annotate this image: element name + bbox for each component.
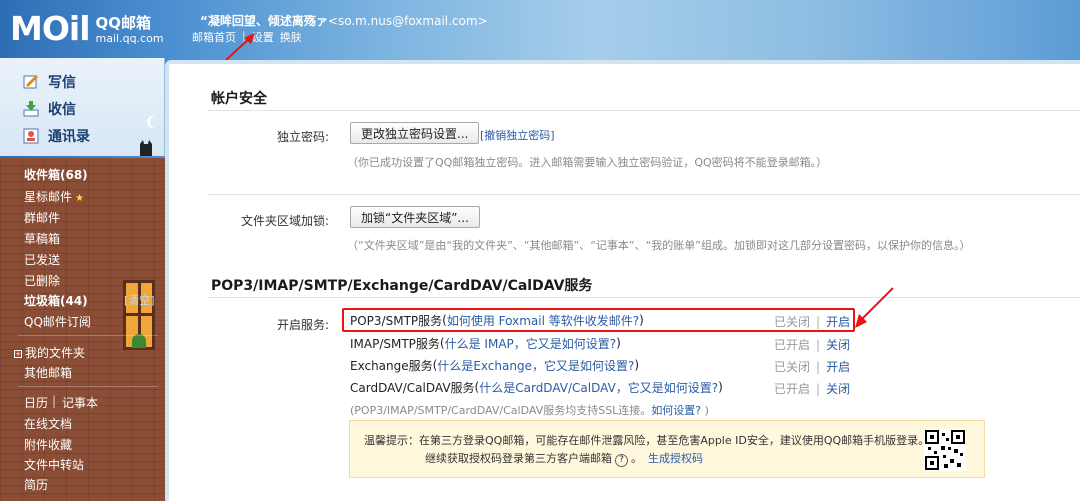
contacts-icon (23, 128, 39, 144)
folder-resume[interactable]: 简历 (24, 476, 48, 493)
nav-compose[interactable]: 写信 (22, 72, 76, 92)
folder-starred-label: 星标邮件 (24, 190, 73, 204)
service-caldav-status: 已开启 | 关闭 (774, 380, 850, 397)
folder-transfer[interactable]: 文件中转站 (24, 456, 84, 473)
folder-subscribe[interactable]: QQ邮件订阅 (24, 313, 91, 330)
folder-my-folders-label: 我的文件夹 (25, 346, 86, 360)
qq-mail-logo[interactable]: MOil QQ邮箱 mail.qq.com (10, 10, 164, 46)
service-name: IMAP/SMTP服务 (350, 336, 440, 351)
section-divider (207, 194, 1080, 195)
logo-mail-text: MOil (10, 9, 91, 48)
logo-cn-text: QQ邮箱 (95, 14, 152, 32)
pwd-hint: （你已成功设置了QQ邮箱独立密码。进入邮箱需要输入独立密码验证，QQ密码将不能登… (347, 156, 828, 169)
service-help-link[interactable]: 什么是Exchange，它又是如何设置? (437, 357, 634, 374)
tip-line-2-text: 继续获取授权码登录第三方客户端邮箱 (425, 452, 612, 465)
service-caldav-toggle[interactable]: 关闭 (826, 382, 850, 396)
user-name: “凝眸回望、倾述离殇ァ (200, 14, 328, 28)
nav-compose-label: 写信 (48, 75, 76, 91)
nav-inbox-label: 收信 (48, 102, 76, 118)
settings-panel: 帐户安全 独立密码: 更改独立密码设置... [撤销独立密码] （你已成功设置了… (165, 60, 1080, 501)
paren-close: ) (616, 336, 621, 350)
generate-auth-code-link[interactable]: 生成授权码 (648, 452, 703, 465)
folder-starred[interactable]: 星标邮件 ★ (24, 188, 84, 205)
service-help-link[interactable]: 什么是 IMAP，它又是如何设置? (445, 335, 617, 352)
ssl-close: ) (701, 404, 709, 417)
moon-icon (150, 116, 162, 128)
nav-contacts-label: 通讯录 (48, 129, 90, 145)
spam-clear-link[interactable]: [清空] (124, 292, 155, 308)
folder-my-folders[interactable]: + 我的文件夹 (14, 344, 85, 361)
service-imap-toggle[interactable]: 关闭 (826, 338, 850, 352)
spam-clear-label: [清空] (124, 294, 155, 307)
logo-right: QQ邮箱 mail.qq.com (96, 14, 164, 46)
inbox-download-icon (23, 101, 39, 117)
section-divider (207, 110, 1080, 111)
service-name: CardDAV/CalDAV服务 (350, 380, 475, 395)
service-state: 已开启 (774, 338, 811, 352)
folder-attachments[interactable]: 附件收藏 (24, 436, 72, 453)
link-skin[interactable]: 换肤 (280, 29, 302, 45)
ssl-note-text: (POP3/IMAP/SMTP/CardDAV/CalDAV服务均支持SSL连接… (350, 404, 652, 417)
sidebar-divider (18, 335, 158, 336)
service-exchange-status: 已关闭 | 开启 (774, 358, 850, 375)
plant-icon (132, 334, 146, 348)
folder-separator: | (52, 394, 57, 408)
folder-calendar[interactable]: 日历 (24, 394, 48, 411)
pencil-icon (23, 74, 39, 89)
ssl-note: (POP3/IMAP/SMTP/CardDAV/CalDAV服务均支持SSL连接… (350, 402, 709, 418)
folder-sent[interactable]: 已发送 (24, 251, 60, 268)
question-icon[interactable]: ? (615, 454, 628, 467)
revoke-password-link[interactable]: [撤销独立密码] (480, 127, 555, 143)
service-label: 开启服务: (276, 318, 329, 332)
paren-close: ) (634, 358, 640, 372)
star-icon: ★ (75, 193, 84, 204)
logo-url-text: mail.qq.com (95, 32, 164, 45)
sidebar: 写信 收信 通讯录 收件箱(68) 星标邮件 ★ 群邮件 草稿箱 已发送 已删除… (0, 58, 165, 501)
pwd-label: 独立密码: (276, 130, 329, 144)
status-separator: | (816, 338, 821, 352)
tip-line-1: 温馨提示：在第三方登录QQ邮箱，可能存在邮件泄露风险，甚至危害Apple ID安… (364, 434, 930, 447)
folder-inbox[interactable]: 收件箱(68) (24, 166, 88, 183)
nav-contacts[interactable]: 通讯录 (22, 126, 90, 146)
user-email: <so.m.nus@foxmail.com> (327, 14, 488, 28)
pop-section-title: POP3/IMAP/SMTP/Exchange/CardDAV/CalDAV服务 (211, 278, 593, 294)
folder-drafts[interactable]: 草稿箱 (24, 230, 60, 247)
security-section-title: 帐户安全 (211, 91, 267, 107)
service-imap-status: 已开启 | 关闭 (774, 336, 850, 353)
annotation-arrow-icon (855, 287, 894, 328)
service-help-link[interactable]: 什么是CardDAV/CalDAV，它又是如何设置? (479, 379, 718, 396)
nav-inbox[interactable]: 收信 (22, 99, 76, 119)
annotation-highlight-box (342, 308, 855, 332)
expand-plus-icon[interactable]: + (14, 350, 22, 358)
lock-label: 文件夹区域加锁: (240, 214, 329, 228)
folder-group[interactable]: 群邮件 (24, 209, 60, 226)
header: MOil QQ邮箱 mail.qq.com “凝眸回望、倾述离殇ァ<so.m.n… (0, 0, 1080, 61)
lock-hint: （“文件夹区域”是由“我的文件夹”、“其他邮箱”、“记事本”、“我的账单”组成。… (347, 239, 971, 252)
folder-other[interactable]: 其他邮箱 (24, 364, 72, 381)
folder-notes[interactable]: 记事本 (62, 394, 98, 411)
folder-spam[interactable]: 垃圾箱(44) (24, 292, 88, 309)
change-password-button[interactable]: 更改独立密码设置... (350, 122, 480, 144)
tip-line-2: 继续获取授权码登录第三方客户端邮箱?。生成授权码 (425, 452, 703, 467)
folder-deleted[interactable]: 已删除 (24, 272, 60, 289)
status-separator: | (816, 360, 821, 374)
cat-icon (140, 140, 152, 156)
section-divider (207, 297, 1080, 298)
revoke-password-label: [撤销独立密码] (480, 129, 555, 142)
status-separator: | (816, 382, 821, 396)
service-name: Exchange服务 (350, 358, 433, 373)
qr-code-icon (924, 429, 966, 471)
annotation-arrow-icon (225, 33, 255, 61)
tip-box: 温馨提示：在第三方登录QQ邮箱，可能存在邮件泄露风险，甚至危害Apple ID安… (349, 420, 985, 478)
service-state: 已开启 (774, 382, 811, 396)
service-exchange-toggle[interactable]: 开启 (826, 360, 850, 374)
ssl-help-link[interactable]: 如何设置? (651, 404, 701, 417)
lock-folder-button[interactable]: 加锁“文件夹区域”... (350, 206, 480, 228)
service-state: 已关闭 (774, 360, 811, 374)
folder-online-docs[interactable]: 在线文档 (24, 415, 72, 432)
sidebar-divider (18, 386, 158, 387)
user-info: “凝眸回望、倾述离殇ァ<so.m.nus@foxmail.com> (200, 12, 488, 29)
paren-close: ) (718, 380, 723, 394)
